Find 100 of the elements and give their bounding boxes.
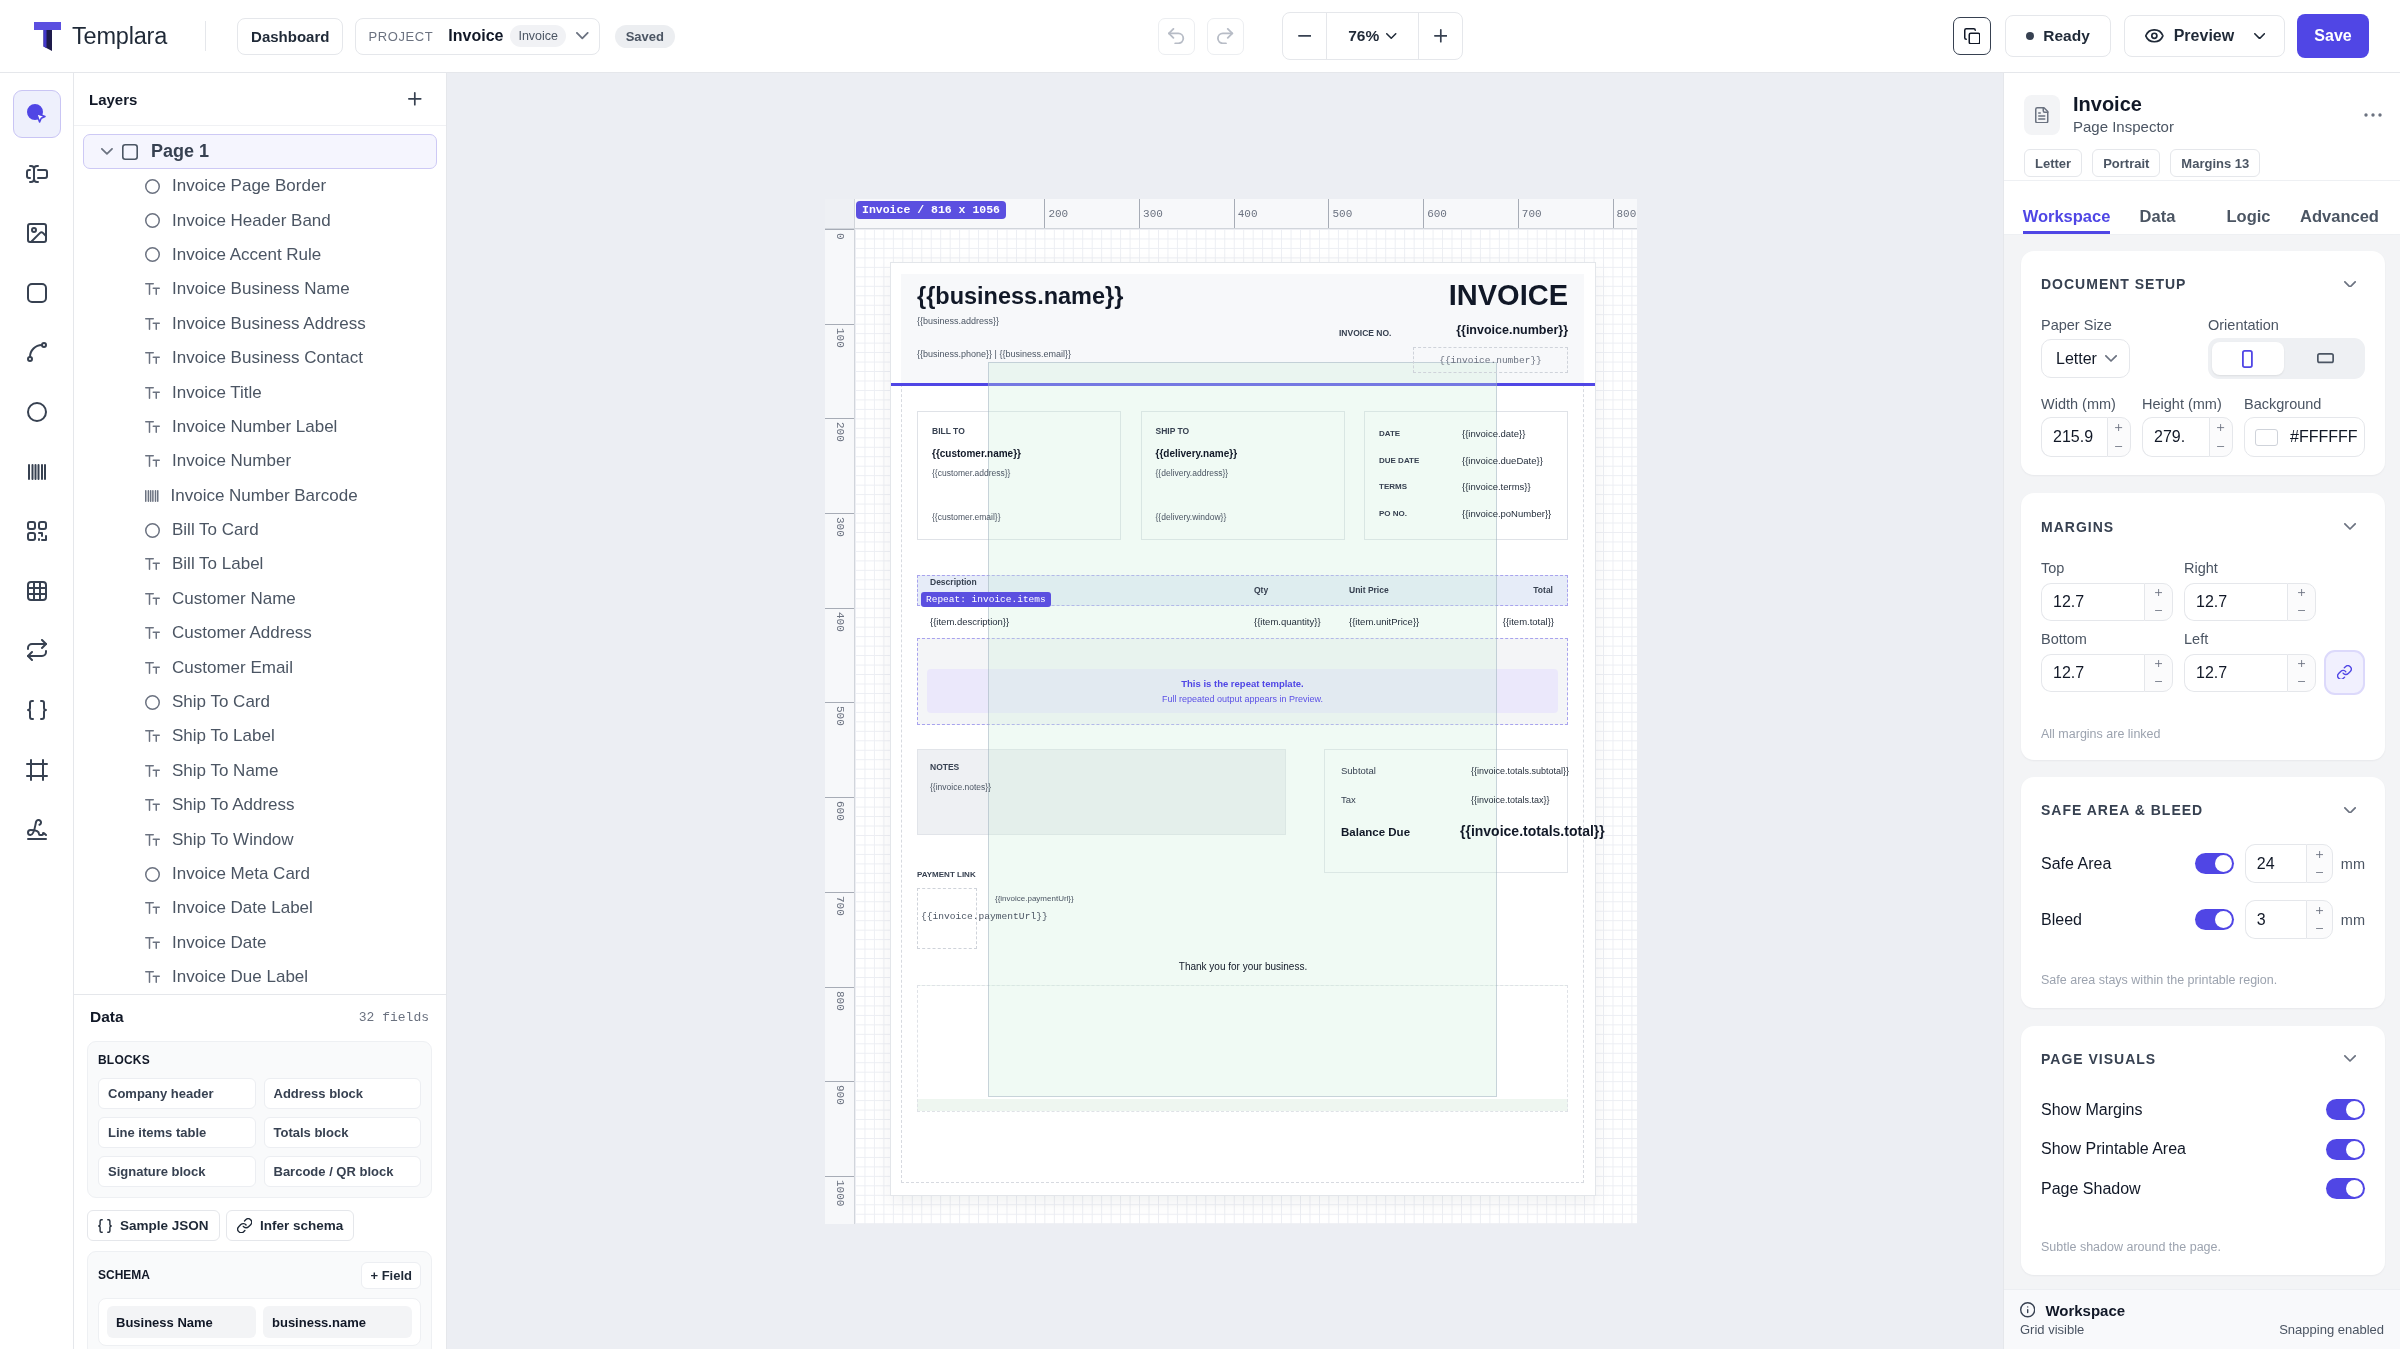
tab[interactable]: Advanced xyxy=(2300,181,2379,234)
infer-schema-button[interactable]: Infer schema xyxy=(225,1210,355,1241)
number-input[interactable]: 215.9 xyxy=(2041,417,2107,457)
layer-row[interactable]: Ship To Card xyxy=(83,684,437,720)
layer-row[interactable]: Invoice Number Label xyxy=(83,409,437,445)
layer-row[interactable]: Customer Email xyxy=(83,650,437,685)
chevron-icon[interactable] xyxy=(2343,280,2356,288)
plus-icon xyxy=(2115,423,2123,432)
tab[interactable]: Logic xyxy=(2226,181,2271,234)
block-tile[interactable]: Totals block xyxy=(263,1117,421,1148)
ruler-label: 400 xyxy=(833,611,846,632)
orientation-option[interactable] xyxy=(2212,342,2284,375)
add-layer-button[interactable] xyxy=(408,92,422,106)
business-name-text: {{business.name}} xyxy=(917,282,1124,310)
template-field: {{business.address}} xyxy=(917,316,1000,327)
paper-size-select[interactable]: Letter xyxy=(2041,339,2130,378)
layer-row[interactable]: Ship To Address xyxy=(83,788,437,823)
layer-row[interactable]: Bill To Card xyxy=(83,512,437,548)
layer-row[interactable]: Invoice Date xyxy=(83,925,437,960)
layer-row[interactable]: Ship To Label xyxy=(83,719,437,754)
chevron-icon[interactable] xyxy=(2343,806,2356,814)
toggle-switch[interactable] xyxy=(2194,853,2234,874)
chevron-icon[interactable] xyxy=(101,148,113,155)
project-name: Invoice xyxy=(448,27,504,45)
layer-row[interactable]: Invoice Number xyxy=(83,444,437,479)
chevron-icon[interactable] xyxy=(2343,1055,2356,1062)
section-title: SCHEMA xyxy=(98,1268,150,1282)
layer-row[interactable]: Invoice Business Name xyxy=(83,272,437,307)
color-field[interactable]: #FFFFFF xyxy=(2244,417,2365,457)
toggle-switch[interactable] xyxy=(2326,1138,2365,1160)
field-label: Left xyxy=(2184,629,2209,648)
template-field: {{delivery.window}} xyxy=(1155,512,1227,523)
layer-row[interactable]: Invoice Header Band xyxy=(83,203,437,238)
template-field: {{delivery.name}} xyxy=(1155,448,1238,460)
layer-row[interactable]: Customer Name xyxy=(83,581,437,617)
block-tile[interactable]: Barcode / QR block xyxy=(263,1156,421,1187)
sample-json-button[interactable]: Sample JSON xyxy=(87,1210,220,1241)
template-field: {{customer.email}} xyxy=(932,512,1001,523)
block-tile[interactable]: Line items table xyxy=(98,1117,256,1148)
number-input[interactable]: 12.7 xyxy=(2041,653,2144,692)
zoom-level-dropdown[interactable]: 76% xyxy=(1325,13,1419,59)
tab[interactable]: Data xyxy=(2139,181,2176,234)
preview-button[interactable]: Preview xyxy=(2124,15,2285,57)
layer-row[interactable]: Ship To Name xyxy=(83,753,437,789)
more-icon[interactable] xyxy=(2364,113,2382,117)
layer-row[interactable]: Invoice Accent Rule xyxy=(83,237,437,273)
tool-button[interactable] xyxy=(12,90,61,138)
layer-row[interactable]: Invoice Number Barcode xyxy=(83,478,437,513)
number-input[interactable]: 279. xyxy=(2142,417,2209,457)
layer-row[interactable]: Invoice Meta Card xyxy=(83,856,437,892)
number-input[interactable]: 12.7 xyxy=(2184,582,2287,621)
chevron-icon[interactable] xyxy=(2343,523,2356,530)
ruler-label: 700 xyxy=(1521,208,1542,220)
number-input[interactable]: 12.7 xyxy=(2041,582,2144,621)
add-field-button[interactable]: + Field xyxy=(361,1261,421,1289)
hint-text: Subtle shadow around the page. xyxy=(2041,1238,2222,1256)
portrait-icon xyxy=(2242,349,2254,368)
layer-row[interactable]: Invoice Page Border xyxy=(83,169,437,204)
ruler-label: 400 xyxy=(1237,208,1258,220)
toggle-switch[interactable] xyxy=(2194,909,2234,930)
block-tile[interactable]: Address block xyxy=(263,1078,421,1109)
toggle-switch[interactable] xyxy=(2326,1178,2365,1200)
template-field: {{invoice.paymentUrl}} xyxy=(995,894,1074,904)
save-button[interactable]: Save xyxy=(2297,14,2369,58)
block-tile[interactable]: Signature block xyxy=(98,1156,256,1187)
ruler-label: 100 xyxy=(833,327,846,348)
layer-row[interactable]: Invoice Business Contact xyxy=(83,340,437,376)
layer-row[interactable]: Bill To Label xyxy=(83,547,437,582)
layer-row[interactable]: Page 1 xyxy=(83,134,437,169)
column-header: Description xyxy=(930,577,977,588)
zoom-control[interactable]: 76% xyxy=(1281,12,1463,60)
layer-row[interactable]: Ship To Window xyxy=(83,822,437,857)
toggle-switch[interactable] xyxy=(2326,1099,2365,1121)
field-label: PO NO. xyxy=(1379,508,1407,520)
ruler-label: 200 xyxy=(833,422,846,443)
number-input[interactable]: 3 xyxy=(2244,900,2306,939)
dashboard-button[interactable]: Dashboard xyxy=(237,17,344,55)
schema-key-field[interactable]: business.name xyxy=(263,1306,412,1338)
layer-row[interactable]: Invoice Date Label xyxy=(83,891,437,926)
schema-name-field[interactable]: Business Name xyxy=(107,1306,256,1338)
status-button[interactable]: Ready xyxy=(2005,15,2111,57)
inspector-subtitle: Page Inspector xyxy=(2073,117,2174,137)
layer-row[interactable]: Invoice Title xyxy=(83,375,437,410)
layer-row[interactable]: Invoice Due Label xyxy=(83,960,437,994)
table-cell: {{item.quantity}} xyxy=(1254,616,1321,628)
link-margins-button[interactable] xyxy=(2324,649,2365,695)
text-type-icon xyxy=(145,420,160,433)
block-tile[interactable]: Company header xyxy=(98,1078,256,1109)
duplicate-button[interactable] xyxy=(1953,17,1991,55)
ruler-label: 600 xyxy=(1427,208,1447,220)
brand-name: Templara xyxy=(72,22,168,50)
field-label: Right xyxy=(2184,558,2218,577)
number-input[interactable]: 24 xyxy=(2244,844,2306,883)
circle-icon xyxy=(145,178,160,194)
table-cell: {{item.description}} xyxy=(930,616,1010,628)
layer-row[interactable]: Invoice Business Address xyxy=(83,306,437,341)
project-selector[interactable]: PROJECT Invoice Invoice xyxy=(355,17,600,55)
layer-row[interactable]: Customer Address xyxy=(83,616,437,651)
number-input[interactable]: 12.7 xyxy=(2184,653,2287,692)
square-icon xyxy=(26,282,47,303)
